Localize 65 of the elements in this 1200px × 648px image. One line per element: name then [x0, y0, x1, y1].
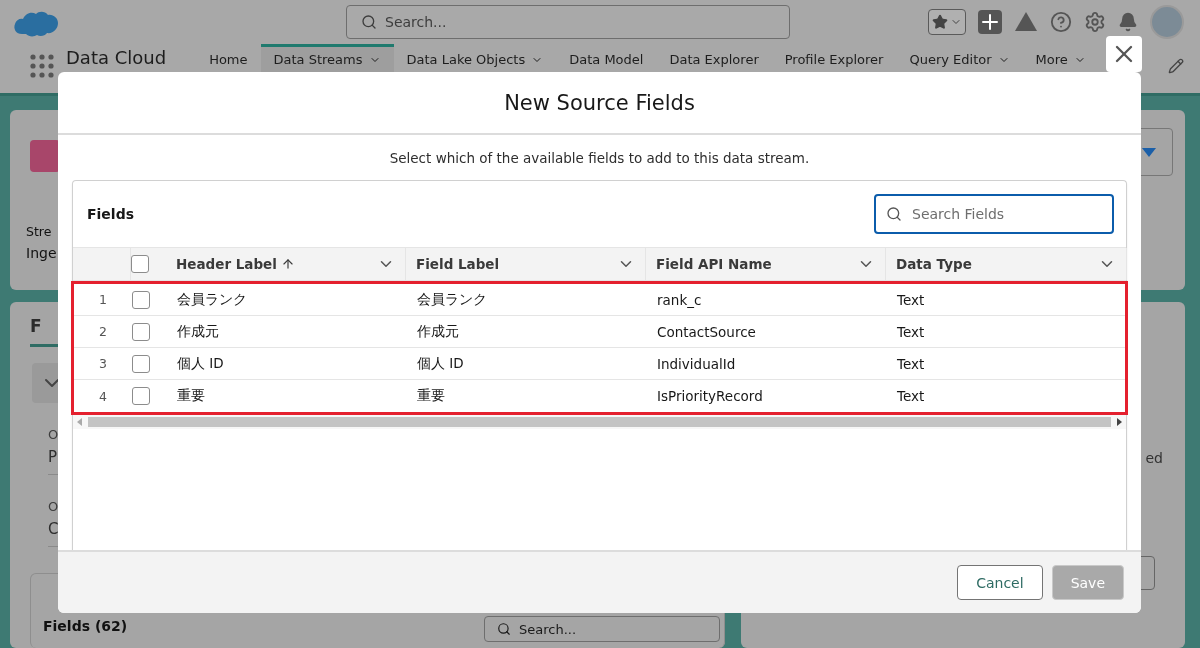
field-label: Stre [26, 224, 53, 239]
row-checkbox[interactable] [132, 290, 150, 309]
row-checkbox[interactable] [132, 387, 150, 405]
search-icon [886, 206, 902, 222]
close-button[interactable] [1106, 36, 1142, 72]
bell-icon[interactable] [1118, 12, 1138, 32]
nav-tab[interactable]: Data Lake Objects [393, 44, 557, 72]
help-icon[interactable] [1050, 11, 1072, 33]
column-header[interactable]: Data Type [886, 248, 1127, 280]
table-cell-text: 作成元 [416, 321, 460, 341]
edit-icon[interactable] [1168, 58, 1184, 74]
caret-icon [1142, 147, 1156, 157]
field-label: O [48, 499, 60, 514]
table-cell-text: 作成元 [176, 321, 220, 341]
table-cell-text: ContactSource [656, 322, 757, 342]
table-cell-text: 会員ランク [176, 289, 248, 309]
footer-button[interactable]: Cancel [957, 565, 1043, 600]
search-field[interactable]: Search Fields [874, 194, 1114, 234]
fields-search-field[interactable]: Search... [484, 616, 720, 642]
star-icon [932, 14, 948, 30]
nav-tab[interactable]: More [1022, 44, 1099, 72]
table-cell-text: 個人 ID [416, 353, 465, 373]
nav-tab[interactable]: Profile Explorer [771, 44, 897, 72]
row-checkbox[interactable] [132, 354, 150, 373]
field-value: Inge [26, 245, 58, 261]
app-launcher-icon[interactable] [30, 54, 54, 78]
fields-title: Fields (62) [43, 618, 128, 634]
nav-tab[interactable]: Query Editor [896, 44, 1023, 72]
row-number: 4 [98, 387, 108, 406]
row-number: 2 [98, 323, 108, 341]
global-search-field[interactable]: Search... [346, 5, 790, 39]
table-cell-text: 個人 ID [176, 353, 225, 373]
settings-icon[interactable] [1084, 11, 1106, 33]
column-header[interactable]: Field Label [406, 248, 646, 280]
column-header[interactable]: Header Label [166, 248, 406, 280]
field-label: O [48, 427, 60, 442]
table-cell-text: Text [896, 322, 926, 342]
add-icon[interactable] [978, 10, 1002, 34]
modal-title: New Source Fields [504, 90, 695, 115]
select-all-checkbox[interactable] [131, 255, 149, 273]
table-cell-text: IsPriorityRecord [656, 387, 764, 406]
nav-tab[interactable]: Home [196, 44, 261, 72]
search-icon [361, 14, 377, 30]
nav-tab[interactable]: Data Model [556, 44, 657, 72]
app-name: Data Cloud [66, 47, 167, 68]
table-cell-text: IndividualId [656, 354, 737, 374]
table-cell-text: Text [896, 354, 926, 374]
table-cell-text: 重要 [176, 386, 206, 405]
table-cell-text: Text [896, 387, 926, 406]
table-cell-text: Text [896, 290, 926, 310]
modal-subtitle: Select which of the available fields to add to this data stream. [388, 150, 811, 166]
row-checkbox[interactable] [132, 322, 150, 341]
search-icon [497, 622, 511, 636]
card-title: Fields [87, 206, 134, 222]
table-cell-text: rank_c [656, 290, 703, 310]
row-number: 3 [98, 355, 108, 373]
table-cell-text: 会員ランク [416, 289, 488, 309]
side-text: ed [1145, 450, 1163, 466]
column-header[interactable]: Field API Name [646, 248, 886, 280]
table-cell-text: 重要 [416, 386, 446, 405]
horizontal-scrollbar[interactable] [73, 415, 1126, 429]
favorites-button[interactable] [928, 9, 966, 35]
row-number: 1 [98, 291, 108, 309]
nav-tab[interactable]: Data Streams [260, 44, 394, 72]
nav-tab[interactable]: Data Explorer [656, 44, 772, 72]
